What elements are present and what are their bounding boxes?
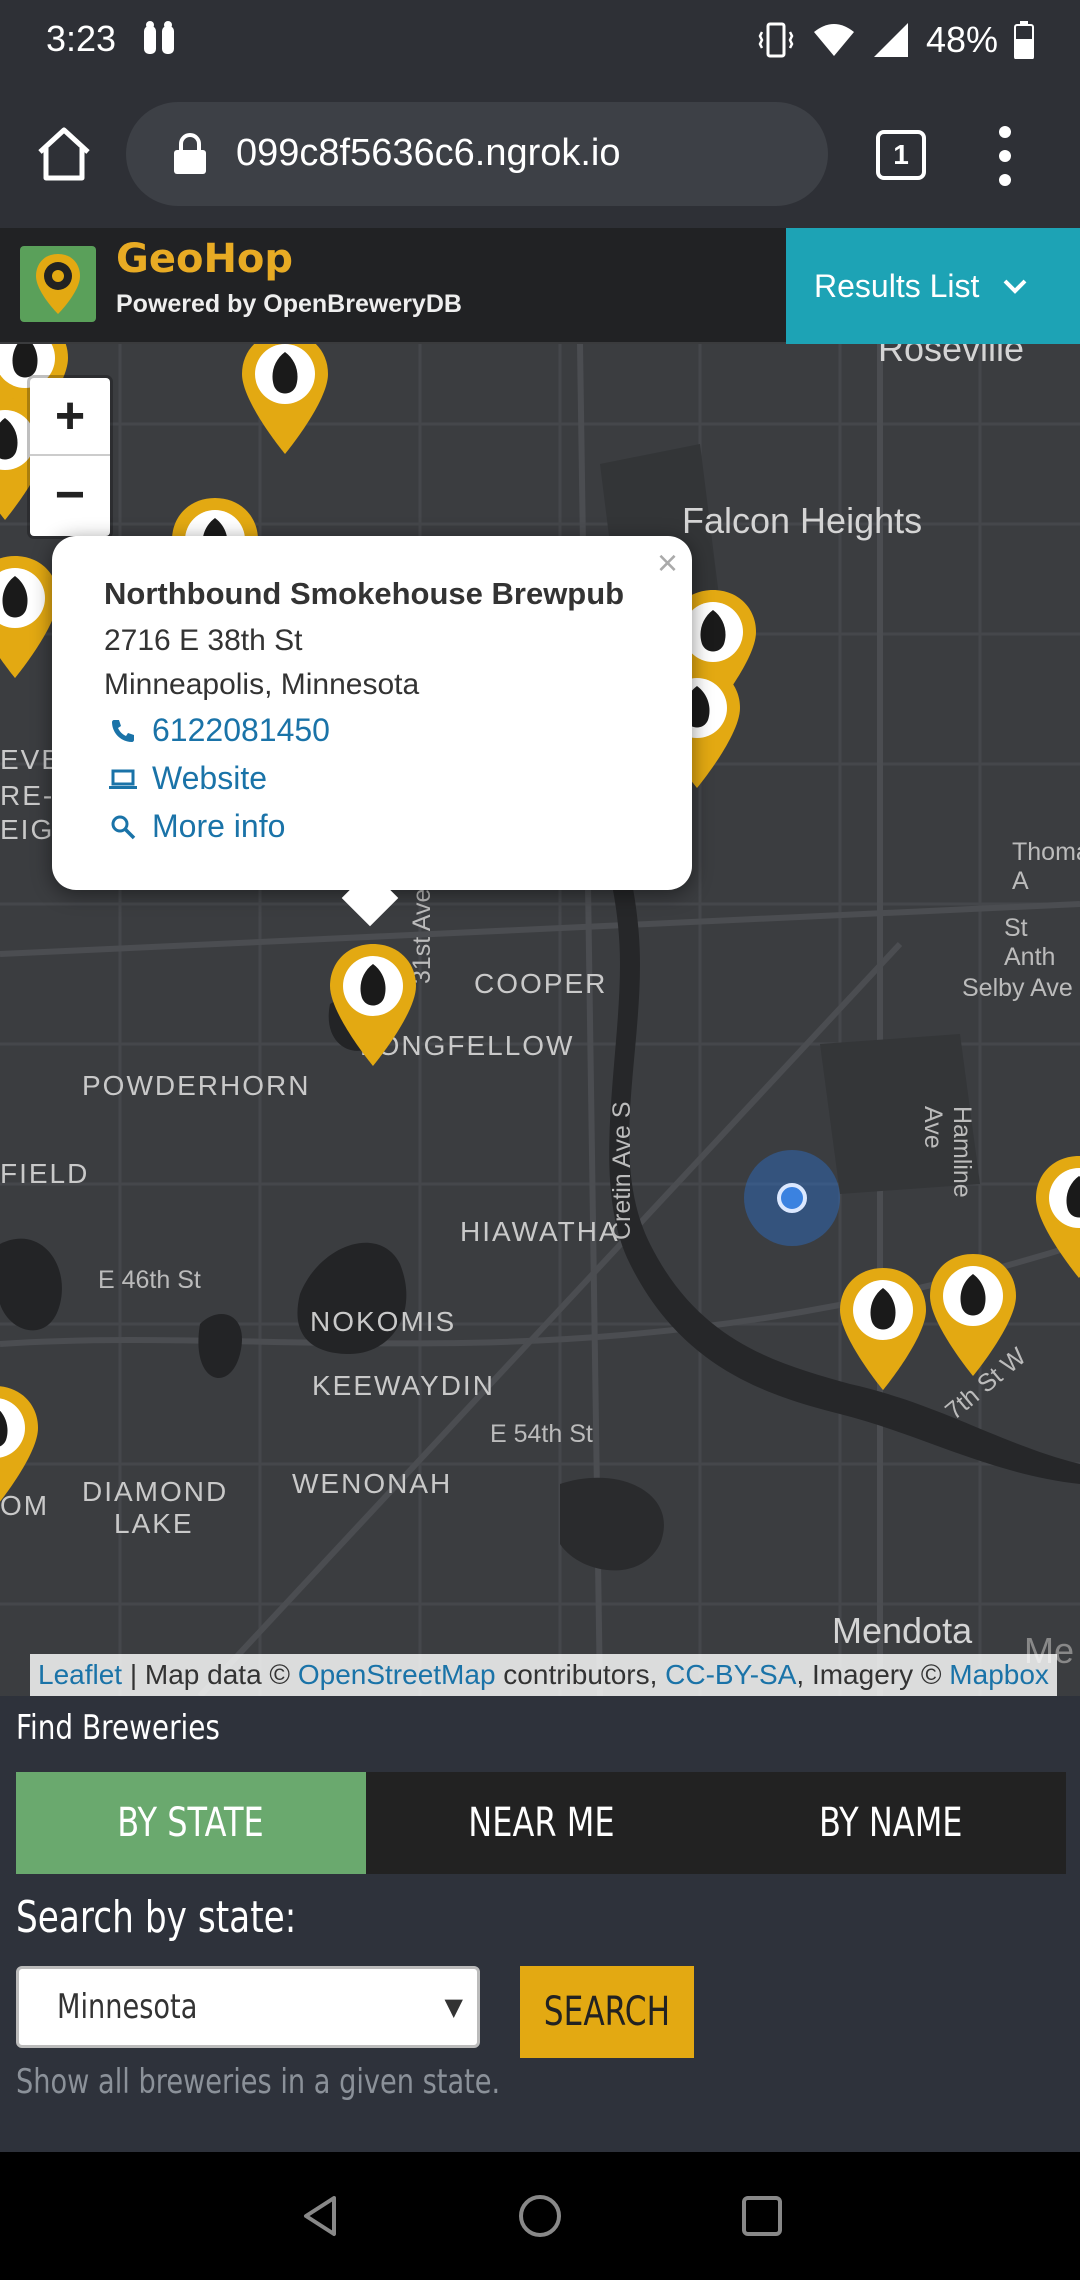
attribution-text: | Map data ©: [122, 1659, 298, 1690]
map-label: LAKE: [114, 1508, 194, 1539]
zoom-in-button[interactable]: +: [30, 378, 110, 456]
browser-menu-icon[interactable]: [990, 126, 1020, 186]
address-bar[interactable]: 099c8f5636c6.ngrok.io: [126, 102, 828, 206]
vibrate-icon: [758, 22, 794, 58]
map-attribution: Leaflet | Map data © OpenStreetMap contr…: [30, 1654, 1057, 1696]
state-select[interactable]: Minnesota ▼: [16, 1966, 480, 2048]
back-icon[interactable]: [296, 2192, 344, 2240]
map-label: Roseville: [878, 344, 1025, 369]
brewery-popup: × Northbound Smokehouse Brewpub 2716 E 3…: [52, 536, 692, 890]
search-button-label: SEARCH: [543, 1989, 671, 2035]
tab-label: NEAR ME: [467, 1800, 615, 1846]
phone-number: 6122081450: [152, 712, 330, 748]
map-label: DIAMOND: [82, 1476, 229, 1507]
panel-title: Find Breweries: [16, 1708, 220, 1748]
map-label: WENONAH: [292, 1468, 453, 1499]
map-label: Selby Ave: [962, 974, 1073, 1002]
url-text: 099c8f5636c6.ngrok.io: [236, 132, 621, 174]
map-label: Cretin Ave S: [608, 1101, 636, 1240]
brewery-name: Northbound Smokehouse Brewpub: [104, 576, 625, 611]
wifi-icon: [813, 24, 854, 56]
android-nav-bar: [0, 2152, 1080, 2280]
map-label: FIELD: [0, 1158, 90, 1189]
home-nav-icon[interactable]: [516, 2192, 564, 2240]
more-info-label: More info: [152, 808, 286, 844]
map-label: KEEWAYDIN: [312, 1370, 495, 1401]
mapbox-link[interactable]: Mapbox: [949, 1659, 1049, 1690]
app-subtitle: Powered by OpenBreweryDB: [116, 290, 462, 318]
license-link[interactable]: CC-BY-SA: [665, 1659, 796, 1690]
map-label: POWDERHORN: [82, 1070, 311, 1101]
battery-percent: 48%: [925, 19, 998, 60]
dropdown-arrow-icon: ▼: [444, 1993, 463, 2021]
tab-by-state[interactable]: BY STATE: [16, 1772, 366, 1874]
search-button[interactable]: SEARCH: [520, 1966, 694, 2058]
attribution-text: contributors,: [495, 1659, 666, 1690]
lock-icon: [174, 133, 206, 174]
browser-toolbar: 099c8f5636c6.ngrok.io 1: [0, 80, 1080, 228]
selected-state: Minnesota: [57, 1987, 198, 2027]
results-list-label: Results List: [814, 267, 980, 304]
brewery-pin[interactable]: [0, 1384, 40, 1510]
laptop-icon: [109, 769, 137, 789]
find-breweries-panel: Find Breweries BY STATE NEAR ME BY NAME …: [0, 1696, 1080, 2152]
leaflet-link[interactable]: Leaflet: [38, 1659, 122, 1690]
brewery-pin[interactable]: [838, 1266, 928, 1392]
website-link[interactable]: Website: [108, 760, 267, 797]
tab-by-name[interactable]: BY NAME: [716, 1772, 1066, 1874]
zoom-out-button[interactable]: −: [30, 456, 110, 534]
map-label: St Anth: [1004, 914, 1056, 971]
tab-label: BY STATE: [117, 1800, 265, 1846]
help-text: Show all breweries in a given state.: [16, 2062, 501, 2102]
status-bar: 3:23 48%: [0, 0, 1080, 80]
brewery-city: Minneapolis, Minnesota: [104, 668, 420, 701]
search-icon: [111, 815, 136, 839]
current-location-marker: [744, 1150, 840, 1246]
zoom-control: + −: [30, 378, 110, 536]
notification-icon: [144, 21, 174, 54]
map-label: NOKOMIS: [310, 1306, 457, 1337]
map-label: Falcon Heights: [682, 500, 923, 541]
map-label: Hamline Ave: [919, 1106, 976, 1198]
brewery-pin[interactable]: [928, 1252, 1018, 1378]
more-info-link[interactable]: More info: [108, 808, 285, 845]
tab-label: BY NAME: [819, 1800, 963, 1846]
signal-icon: [873, 23, 908, 57]
attribution-text: , Imagery ©: [796, 1659, 950, 1690]
website-label: Website: [152, 760, 268, 796]
phone-link[interactable]: 6122081450: [108, 712, 330, 749]
tab-near-me[interactable]: NEAR ME: [366, 1772, 716, 1874]
phone-icon: [112, 719, 134, 742]
home-icon[interactable]: [32, 122, 96, 186]
recents-icon[interactable]: [738, 2192, 786, 2240]
brewery-pin[interactable]: [240, 344, 330, 456]
app-title: GeoHop: [116, 236, 294, 282]
geohop-logo: [20, 246, 96, 322]
search-label: Search by state:: [16, 1892, 297, 1943]
brewery-pin-selected[interactable]: [328, 942, 418, 1068]
tab-switcher-button[interactable]: 1: [876, 130, 926, 180]
status-icons: 48%: [756, 18, 1034, 62]
chevron-down-icon: [1003, 279, 1027, 294]
map-label: COOPER: [474, 968, 608, 999]
map-label: E 46th St: [98, 1266, 201, 1294]
map-view[interactable]: Roseville Falcon Heights Thomas A St Ant…: [0, 344, 1080, 1696]
osm-link[interactable]: OpenStreetMap: [298, 1659, 496, 1690]
search-mode-tabs: BY STATE NEAR ME BY NAME: [16, 1772, 1066, 1874]
map-label: Thomas A: [1012, 838, 1080, 895]
map-label: E 54th St: [490, 1420, 593, 1448]
results-list-button[interactable]: Results List: [786, 228, 1080, 344]
brewery-pin[interactable]: [1034, 1154, 1080, 1280]
battery-icon: [1014, 21, 1034, 59]
map-label: Mendota: [832, 1610, 973, 1651]
app-header: GeoHop Powered by OpenBreweryDB Results …: [0, 228, 1080, 344]
brewery-street: 2716 E 38th St: [104, 624, 303, 657]
status-time: 3:23: [46, 18, 117, 59]
brewery-pin[interactable]: [0, 554, 60, 680]
map-label: HIAWATHA: [460, 1216, 620, 1247]
popup-close-button[interactable]: ×: [657, 542, 678, 584]
